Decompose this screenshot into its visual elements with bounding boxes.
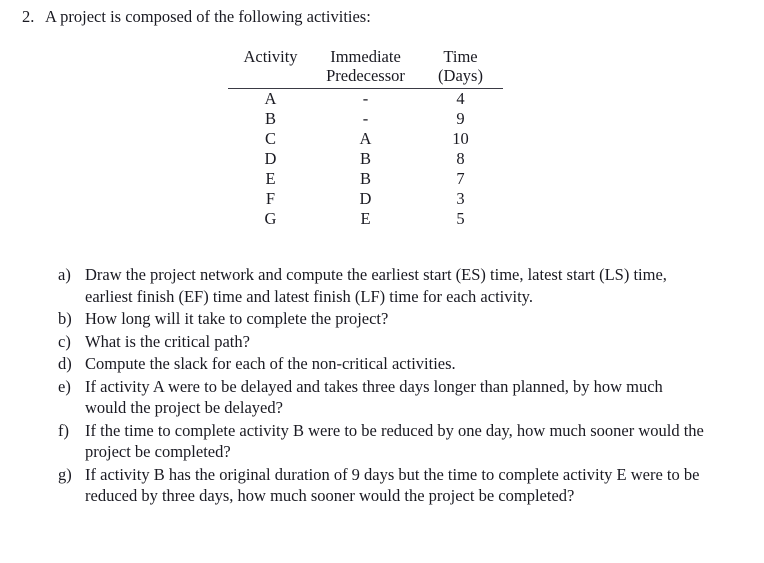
subquestion-text: How long will it take to complete the pr… (85, 309, 389, 328)
table-row: G E 5 (228, 209, 503, 229)
cell-activity: C (264, 129, 276, 148)
cell-activity: A (264, 89, 277, 108)
subquestion-text: Compute the slack for each of the non-cr… (85, 354, 456, 373)
column-header-activity: Activity (228, 47, 313, 86)
question-number: 2. (22, 7, 35, 26)
subquestion-marker: f) (58, 420, 69, 440)
cell-time: 10 (452, 129, 469, 148)
cell-activity: D (264, 149, 277, 168)
table-body: A -4 B -9 C A 10 D B 8 E B 7 F D 3 G E 5 (228, 89, 503, 230)
subquestion-marker: g) (58, 464, 72, 484)
table-row: C A 10 (228, 129, 503, 149)
cell-predecessor: E (360, 209, 371, 228)
cell-time: 7 (456, 169, 465, 188)
table-row: E B 7 (228, 169, 503, 189)
cell-time: 3 (456, 189, 465, 208)
column-header-time: Time (Days) (418, 47, 503, 86)
table-header: Activity Immediate Predecessor Time (Day… (228, 47, 503, 89)
document-page: 2. A project is composed of the followin… (0, 0, 764, 563)
subquestion-marker: a) (58, 265, 71, 284)
table-row: D B 8 (228, 149, 503, 169)
table-row: A - 4 (228, 89, 503, 110)
cell-predecessor: - (362, 109, 369, 128)
cell-predecessor: B (359, 149, 371, 168)
table-row: B - 9 (228, 109, 503, 129)
subquestion-text: What is the critical path? (85, 331, 250, 351)
table-row: F D 3 (228, 189, 503, 209)
column-header-activity-label: Activity (243, 47, 298, 66)
column-header-predecessor: Immediate Predecessor (313, 47, 418, 86)
activities-table: Activity Immediate Predecessor Time (Day… (228, 47, 503, 229)
cell-activity: G (264, 209, 277, 228)
subquestion-text: Draw the project network and compute the… (85, 265, 667, 306)
subquestion-item: f) If the time to complete activity B wer… (58, 420, 718, 463)
subquestion-item: g) If activity B has the original duratio… (58, 464, 718, 507)
subquestion-marker: c) (58, 331, 71, 351)
cell-time: 5 (456, 209, 465, 228)
column-header-predecessor-line1: Immediate (330, 47, 401, 66)
cell-predecessor: B (359, 169, 371, 188)
subquestion-marker: b) (58, 309, 72, 328)
subquestion-item: a) Draw the project network and compute t… (58, 264, 718, 307)
cell-time: 9 (456, 109, 465, 128)
subquestion-text: If activity B has the original duration … (85, 464, 700, 506)
subquestion-item: e) If activity A were to be delayed and t… (58, 376, 718, 419)
cell-activity: F (265, 189, 276, 208)
column-header-predecessor-line2: Predecessor (326, 66, 405, 85)
column-header-time-line1: Time (443, 47, 478, 66)
subquestion-item: c) What is the critical path? (58, 331, 718, 353)
table-header-row: Activity Immediate Predecessor Time (Day… (228, 47, 503, 86)
question-stem: 2. A project is composed of the followin… (22, 6, 722, 27)
question-stem-text: A project is composed of the following a… (45, 7, 371, 26)
subquestion-marker: e) (58, 376, 71, 396)
subquestion-item: d) Compute the slack for each of the non-… (58, 353, 718, 375)
subquestion-text: If the time to complete activity B were … (85, 420, 704, 462)
cell-activity: E (265, 169, 276, 188)
cell-time: 4 (456, 89, 465, 108)
cell-predecessor: D (359, 189, 372, 208)
subquestion-text: If activity A were to be delayed and tak… (85, 376, 663, 418)
subquestion-marker: d) (58, 354, 72, 373)
subquestion-list: a) Draw the project network and compute t… (58, 264, 718, 508)
cell-predecessor: - (362, 89, 369, 108)
cell-activity: B (264, 109, 276, 128)
column-header-time-line2: (Days) (438, 66, 483, 85)
subquestion-item: b) How long will it take to complete the … (58, 308, 718, 330)
cell-time: 8 (456, 149, 465, 168)
cell-predecessor: A (359, 129, 372, 148)
